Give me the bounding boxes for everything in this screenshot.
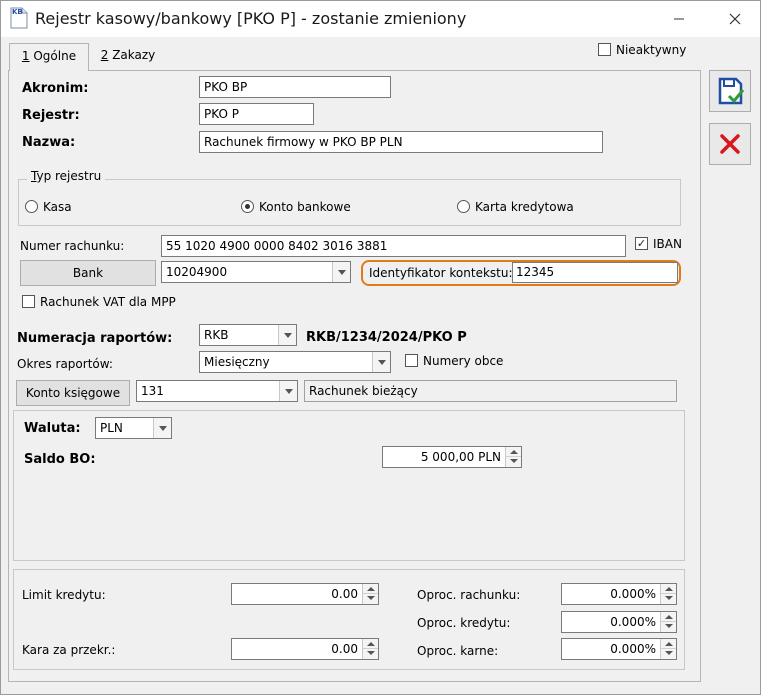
close-button[interactable]: [723, 7, 747, 31]
tab-ogolne-label: Ogólne: [29, 49, 77, 63]
nazwa-label: Nazwa:: [22, 135, 76, 150]
window-title: Rejestr kasowy/bankowy [PKO P] - zostani…: [35, 9, 467, 28]
akronim-input[interactable]: PKO BP: [199, 76, 391, 98]
typ-rejestru-title: Typ rejestru: [27, 169, 106, 183]
radio-karta-kredytowa-label: Karta kredytowa: [475, 200, 574, 214]
saldo-input[interactable]: 5 000,00 PLN: [382, 446, 522, 468]
konto-combo[interactable]: 131: [136, 380, 298, 402]
title-bar: KB Rejestr kasowy/bankowy [PKO P] - zost…: [1, 1, 760, 37]
waluta-label: Waluta:: [24, 421, 81, 436]
okres-dropdown[interactable]: [372, 352, 390, 372]
radio-kasa[interactable]: [25, 200, 38, 213]
bank-code-combo[interactable]: 10204900: [161, 261, 351, 283]
waluta-dropdown[interactable]: [153, 418, 171, 438]
numery-obce-checkbox[interactable]: [405, 354, 418, 367]
radio-konto-bankowe-label: Konto bankowe: [259, 200, 351, 214]
radio-karta-kredytowa[interactable]: [457, 200, 470, 213]
konto-ksiegowe-button[interactable]: Konto księgowe: [16, 380, 130, 406]
bank-code-dropdown[interactable]: [332, 262, 350, 282]
rejestr-input[interactable]: PKO P: [199, 103, 314, 125]
vat-mpp-checkbox[interactable]: [22, 295, 35, 308]
numeracja-value: RKB: [204, 328, 229, 342]
tab-ogolne[interactable]: 1 Ogólne: [9, 43, 89, 71]
saldo-spinner[interactable]: [505, 447, 521, 467]
tab-zakazy-label: Zakazy: [108, 48, 156, 62]
typ-rejestru-title-text: yp rejestru: [36, 169, 102, 183]
kara-value: 0.00: [331, 642, 358, 656]
iban-checkbox[interactable]: ✓: [635, 237, 648, 250]
waluta-combo[interactable]: PLN: [95, 417, 172, 439]
minimize-icon: [674, 18, 684, 20]
radio-konto-bankowe[interactable]: [241, 200, 254, 213]
konto-value: 131: [141, 384, 164, 398]
limit-kredytu-value: 0.00: [331, 587, 358, 601]
okres-combo[interactable]: Miesięczny: [199, 351, 391, 373]
waluta-value: PLN: [100, 421, 123, 435]
konto-description: Rachunek bieżący: [304, 380, 677, 402]
vat-mpp-label: Rachunek VAT dla MPP: [40, 295, 176, 309]
identyfikator-label: Identyfikator kontekstu:: [369, 266, 513, 280]
okres-value: Miesięczny: [204, 355, 270, 369]
oproc-rachunku-label: Oproc. rachunku:: [417, 588, 521, 602]
numer-rachunku-input[interactable]: 55 1020 4900 0000 8402 3016 3881: [161, 235, 626, 257]
akronim-label: Akronim:: [22, 81, 89, 96]
cancel-button[interactable]: [709, 123, 751, 165]
oproc-karne-spinner[interactable]: [660, 639, 676, 659]
konto-dropdown[interactable]: [279, 381, 297, 401]
oproc-kredytu-input[interactable]: 0.000%: [561, 611, 677, 633]
tab-ogolne-hotkey: 1: [21, 49, 30, 63]
save-button[interactable]: [709, 70, 751, 112]
identyfikator-input[interactable]: 12345: [512, 262, 678, 283]
oproc-kredytu-value: 0.000%: [610, 615, 656, 629]
tab-zakazy[interactable]: 2 Zakazy: [93, 43, 163, 71]
oproc-kredytu-label: Oproc. kredytu:: [417, 616, 511, 630]
close-icon: [729, 13, 741, 25]
dialog-window: KB Rejestr kasowy/bankowy [PKO P] - zost…: [0, 0, 761, 695]
oproc-rachunku-value: 0.000%: [610, 587, 656, 601]
nieaktywny-label: Nieaktywny: [616, 43, 687, 57]
cancel-icon: [720, 134, 740, 154]
kara-label: Kara za przekr.:: [22, 643, 116, 657]
oproc-karne-value: 0.000%: [610, 642, 656, 656]
app-icon: KB: [10, 7, 28, 29]
numeracja-dropdown[interactable]: [278, 325, 296, 345]
bank-code-value: 10204900: [166, 265, 228, 279]
limit-kredytu-input[interactable]: 0.00: [231, 583, 379, 605]
limit-kredytu-label: Limit kredytu:: [22, 588, 106, 602]
radio-kasa-label: Kasa: [43, 200, 72, 214]
kara-input[interactable]: 0.00: [231, 638, 379, 660]
saldo-value: 5 000,00 PLN: [420, 450, 501, 464]
oproc-karne-input[interactable]: 0.000%: [561, 638, 677, 660]
oproc-rachunku-input[interactable]: 0.000%: [561, 583, 677, 605]
numeracja-preview: RKB/1234/2024/PKO P: [306, 330, 467, 345]
saldo-label: Saldo BO:: [24, 452, 96, 467]
save-icon: [718, 77, 745, 105]
iban-label: IBAN: [653, 237, 682, 251]
numeracja-combo[interactable]: RKB: [199, 324, 297, 346]
numery-obce-label: Numery obce: [423, 354, 504, 368]
kara-spinner[interactable]: [362, 639, 378, 659]
oproc-karne-label: Oproc. karne:: [417, 644, 499, 658]
numer-rachunku-label: Numer rachunku:: [20, 239, 125, 253]
oproc-kredytu-spinner[interactable]: [660, 612, 676, 632]
nieaktywny-checkbox[interactable]: [598, 43, 611, 56]
bank-button[interactable]: Bank: [20, 260, 156, 286]
oproc-rachunku-spinner[interactable]: [660, 584, 676, 604]
numeracja-label: Numeracja raportów:: [17, 331, 173, 346]
nazwa-input[interactable]: Rachunek firmowy w PKO BP PLN: [199, 131, 603, 153]
rejestr-label: Rejestr:: [22, 108, 80, 123]
minimize-button[interactable]: [667, 7, 691, 31]
limit-kredytu-spinner[interactable]: [362, 584, 378, 604]
okres-label: Okres raportów:: [17, 357, 113, 371]
app-icon-text: KB: [12, 8, 23, 16]
